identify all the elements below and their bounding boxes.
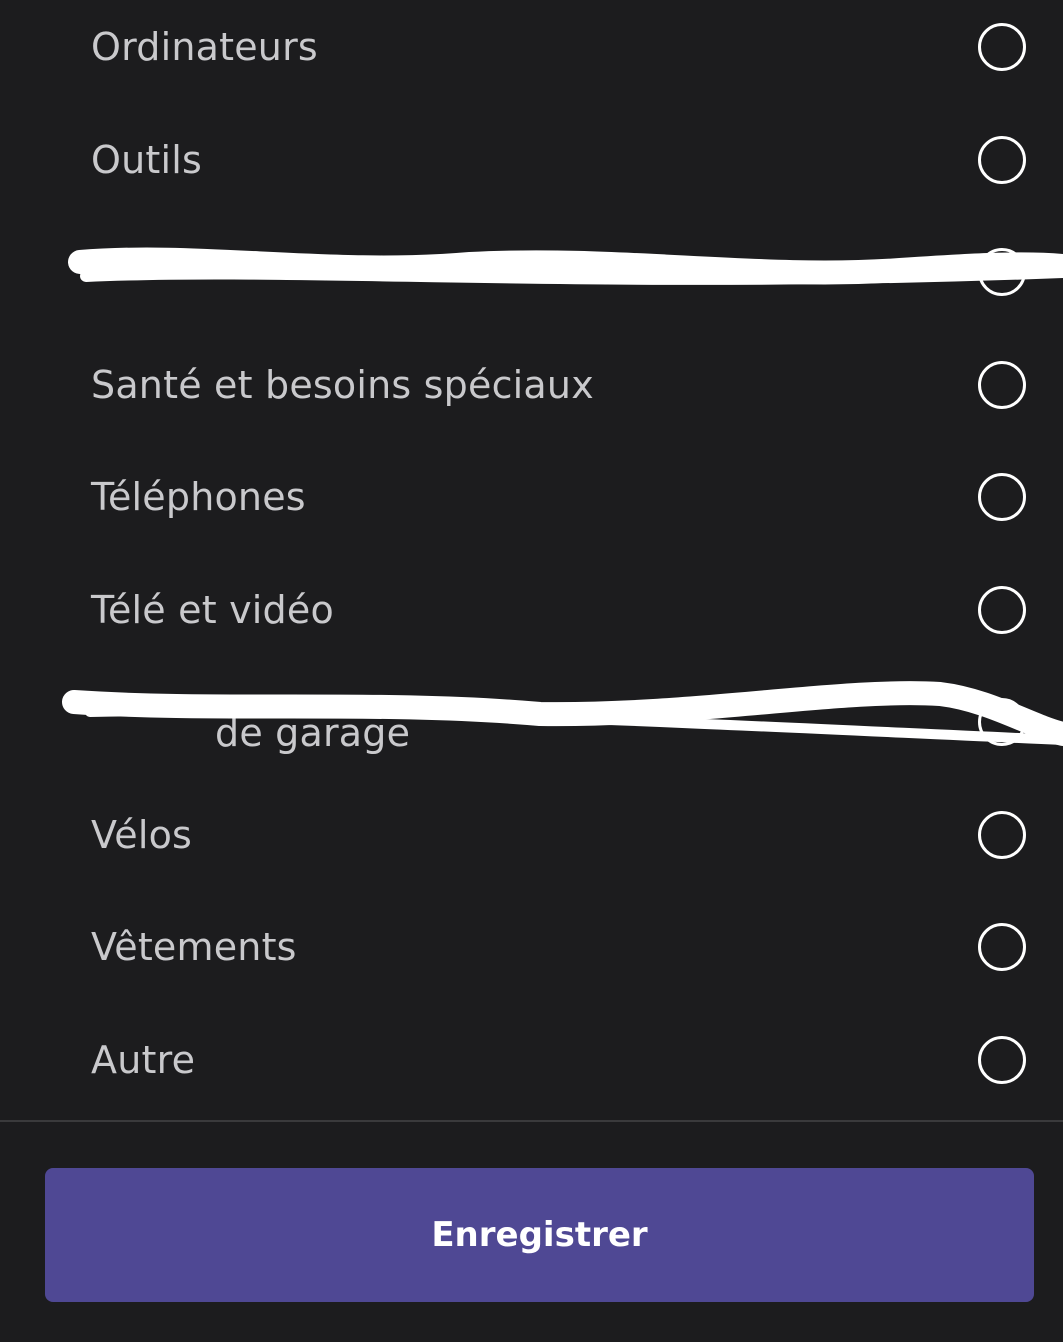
category-row-velos[interactable]: Vélos [0,779,1063,891]
category-row-sante[interactable]: Santé et besoins spéciaux [0,329,1063,441]
category-row-tele-video[interactable]: Télé et vidéo [0,554,1063,666]
radio-button[interactable] [978,136,1026,184]
category-row-autre[interactable]: Autre [0,1004,1063,1116]
category-label: Outils [91,138,203,182]
radio-button[interactable] [978,698,1026,746]
save-button[interactable]: Enregistrer [45,1168,1034,1302]
category-label: Vélos [91,813,193,857]
category-label: Autre [91,1038,196,1082]
radio-button[interactable] [978,361,1026,409]
radio-button[interactable] [978,248,1026,296]
radio-button[interactable] [978,811,1026,859]
category-label: Téléphones [91,475,306,519]
category-row-outils[interactable]: Outils [0,104,1063,216]
category-row-redacted[interactable] [0,216,1063,328]
category-row-garage[interactable]: de garage [0,666,1063,778]
category-row-vetements[interactable]: Vêtements [0,891,1063,1003]
category-label: Vêtements [91,925,297,969]
radio-button[interactable] [978,923,1026,971]
footer-divider [0,1120,1063,1122]
category-row-ordinateurs[interactable]: Ordinateurs [0,0,1063,103]
radio-button[interactable] [978,473,1026,521]
category-label: Santé et besoins spéciaux [91,363,594,407]
radio-button[interactable] [978,1036,1026,1084]
category-label: Télé et vidéo [91,588,334,632]
category-label: de garage [215,711,411,756]
category-row-telephones[interactable]: Téléphones [0,441,1063,553]
category-label: Ordinateurs [91,25,318,69]
radio-button[interactable] [978,586,1026,634]
radio-button[interactable] [978,23,1026,71]
